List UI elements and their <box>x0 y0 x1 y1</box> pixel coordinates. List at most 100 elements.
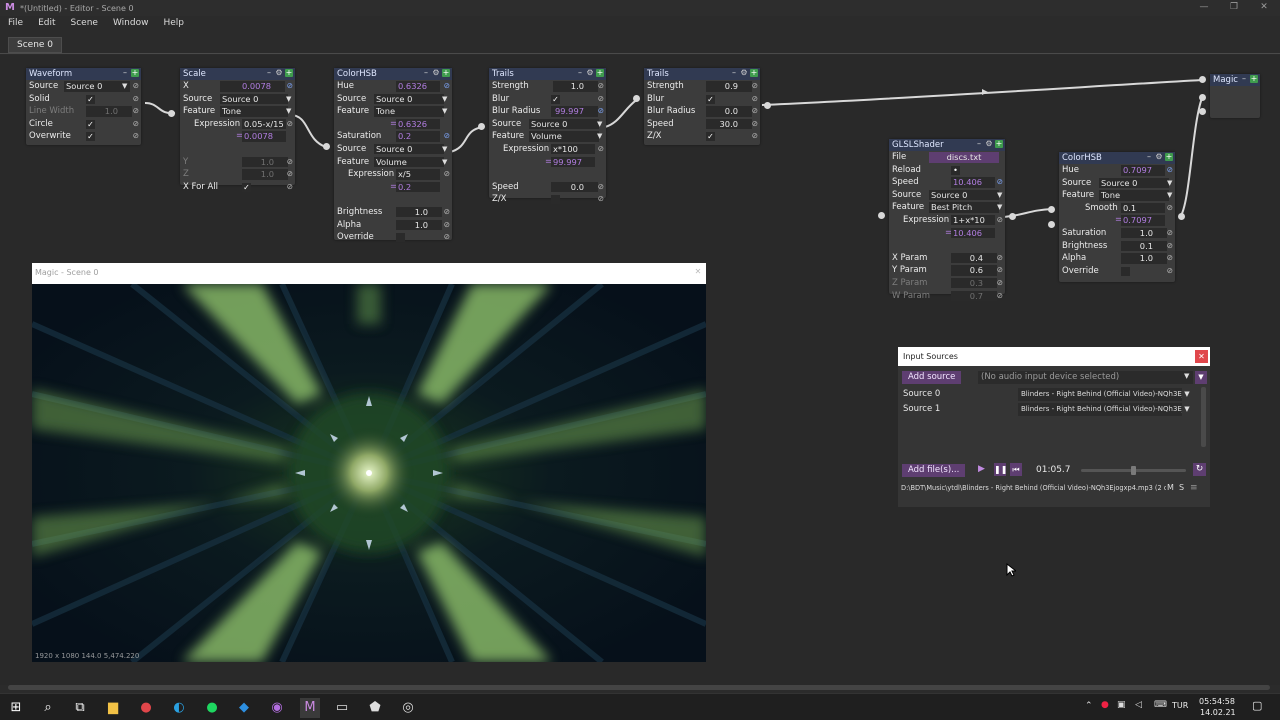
y-field[interactable]: 1.0 <box>242 156 288 168</box>
link-icon[interactable]: ⊘ <box>133 118 139 131</box>
node-trails-1[interactable]: Trails – ⚙ + Strength 1.0 ⊘ Blur ✓ ⊘ Blur Radiu… <box>489 68 606 205</box>
task-view-icon[interactable]: ⧉ <box>70 698 90 718</box>
input-port[interactable] <box>1199 108 1206 115</box>
link-icon[interactable]: ⊘ <box>287 156 293 169</box>
solo-button[interactable]: S <box>1179 483 1184 492</box>
link-icon[interactable]: ⊘ <box>444 219 450 232</box>
spotify-icon[interactable]: ● <box>202 698 222 718</box>
link-icon[interactable]: ⊘ <box>287 80 293 93</box>
xforall-checkbox[interactable]: ✓ <box>242 182 251 192</box>
add-icon[interactable]: + <box>1165 153 1173 161</box>
feature-select[interactable]: Tone <box>220 106 288 117</box>
node-colorhsb-2[interactable]: ColorHSB – ⚙ + Hue 0.7097 ⊘ Source Source 0 ▼ F… <box>1059 152 1175 282</box>
z-param-field[interactable]: 0.3 <box>951 277 997 289</box>
overwrite-checkbox[interactable]: ✓ <box>86 132 95 142</box>
link-icon[interactable]: ⊘ <box>598 193 604 206</box>
link-icon[interactable]: ⊘ <box>287 118 293 131</box>
windows-start-icon[interactable]: ⊞ <box>6 698 26 718</box>
add-icon[interactable]: + <box>750 69 758 77</box>
source-select[interactable]: Source 0 <box>374 93 444 105</box>
node-waveform[interactable]: Waveform – + Source Source 0 ▼ ⊘ Solid ✓ ⊘ Line… <box>26 68 141 145</box>
preview-window[interactable]: Magic - Scene 0 ✕ 1920 x 1080 144.0 5,47… <box>30 263 708 665</box>
add-icon[interactable]: + <box>131 69 139 77</box>
clock-date[interactable]: 14.02.21 <box>1200 708 1236 717</box>
source-select[interactable]: Source 0 <box>220 93 288 105</box>
audio-device-select[interactable]: (No audio input device selected) <box>978 371 1193 384</box>
input-port[interactable] <box>1199 76 1206 83</box>
link-icon[interactable]: ⊘ <box>444 80 450 93</box>
file-button[interactable]: discs.txt <box>929 152 999 163</box>
gear-icon[interactable]: ⚙ <box>432 69 440 77</box>
blur-radius-field[interactable]: 99.997 <box>551 106 598 117</box>
source-select[interactable]: Source 0 <box>929 189 999 201</box>
notification-icon[interactable]: ▢ <box>1252 699 1262 712</box>
tray-chevron-icon[interactable]: ⌃ <box>1085 701 1093 711</box>
mute-button[interactable]: M <box>1167 483 1174 492</box>
device-menu-button[interactable]: ▼ <box>1195 371 1207 384</box>
app-icon[interactable]: ◎ <box>398 698 418 718</box>
link-icon[interactable]: ⊘ <box>997 214 1003 227</box>
input-port[interactable] <box>478 123 485 130</box>
tray-app-icon[interactable]: ● <box>1101 700 1109 710</box>
gear-icon[interactable]: ⚙ <box>275 69 283 77</box>
menu-file[interactable]: File <box>0 18 30 28</box>
source-select[interactable]: Source 0 <box>1099 177 1169 189</box>
minimize-button[interactable]: — <box>1188 0 1220 16</box>
output-port[interactable] <box>1178 213 1185 220</box>
expression-field[interactable]: x/5 <box>396 169 440 180</box>
node-scale[interactable]: Scale – ⚙ + X 0.0078 ⊘ Source Source 0 ▼ Featur… <box>180 68 295 192</box>
zx-checkbox[interactable]: ✓ <box>706 132 715 142</box>
vscode-icon[interactable]: ◆ <box>234 698 254 718</box>
link-icon[interactable]: ⊘ <box>598 80 604 93</box>
input-port[interactable] <box>1048 221 1055 228</box>
menu-window[interactable]: Window <box>105 18 156 28</box>
volume-icon[interactable]: ≡ <box>1190 483 1198 493</box>
source-row[interactable]: Source 0 Blinders - Right Behind (Offici… <box>901 388 1198 401</box>
add-files-button[interactable]: Add file(s)... <box>902 464 966 477</box>
expression-field[interactable]: x*100 <box>551 143 595 155</box>
link-icon[interactable]: ⊘ <box>133 80 139 93</box>
link-icon[interactable]: ⊘ <box>598 93 604 106</box>
x-field[interactable]: 0.0078 <box>220 81 285 92</box>
horizontal-scrollbar[interactable] <box>8 685 1270 690</box>
zx-checkbox[interactable] <box>551 195 560 205</box>
node-trails-2[interactable]: Trails – ⚙ + Strength 0.9 ⊘ Blur ✓ ⊘ Blur Radiu… <box>644 68 760 145</box>
brightness-field[interactable]: 1.0 <box>396 206 442 218</box>
add-source-button[interactable]: Add source <box>902 371 962 384</box>
node-magic[interactable]: Magic – + <box>1210 74 1260 118</box>
close-button[interactable]: ✕ <box>1195 350 1208 363</box>
add-icon[interactable]: + <box>285 69 293 77</box>
close-button[interactable]: ✕ <box>1248 0 1280 16</box>
link-icon[interactable]: ⊘ <box>133 130 139 143</box>
alpha-field[interactable]: 1.0 <box>1121 253 1167 264</box>
override-checkbox[interactable] <box>396 233 405 243</box>
source-select[interactable]: Source 0 <box>64 81 130 92</box>
link-icon[interactable]: ⊘ <box>133 93 139 106</box>
solid-checkbox[interactable]: ✓ <box>86 94 95 104</box>
pause-icon[interactable]: ❚❚ <box>994 463 1007 476</box>
app-icon[interactable]: ⬟ <box>365 698 385 718</box>
link-icon[interactable]: ⊘ <box>1167 252 1173 265</box>
menu-edit[interactable]: Edit <box>30 18 62 28</box>
strength-field[interactable]: 0.9 <box>706 81 752 92</box>
circle-checkbox[interactable]: ✓ <box>86 119 95 129</box>
file-explorer-icon[interactable]: ▆ <box>103 698 123 718</box>
node-colorhsb-1[interactable]: ColorHSB – ⚙ + Hue 0.6326 ⊘ Source Source 0 ▼ F… <box>334 68 452 243</box>
hue-field[interactable]: 0.6326 <box>396 81 440 92</box>
link-icon[interactable]: ⊘ <box>997 176 1003 189</box>
keyboard-icon[interactable]: ⌨ <box>1154 700 1167 710</box>
link-icon[interactable]: ⊘ <box>997 264 1003 277</box>
rewind-icon[interactable]: ⏮ <box>1010 463 1022 476</box>
w-param-field[interactable]: 0.7 <box>951 290 997 302</box>
input-port[interactable] <box>633 95 640 102</box>
output-port[interactable] <box>764 102 771 109</box>
input-port[interactable] <box>1048 206 1055 213</box>
minimize-icon[interactable]: – <box>265 69 273 77</box>
feature-select[interactable]: Tone <box>1099 190 1169 201</box>
link-icon[interactable]: ⊘ <box>752 130 758 143</box>
source-row[interactable]: Source 1 Blinders - Right Behind (Offici… <box>901 403 1198 416</box>
expression-field[interactable]: 1+x*10 <box>951 214 995 226</box>
menu-scene[interactable]: Scene <box>63 18 105 28</box>
link-icon[interactable]: ⊘ <box>752 93 758 106</box>
link-icon[interactable]: ⊘ <box>1167 227 1173 240</box>
